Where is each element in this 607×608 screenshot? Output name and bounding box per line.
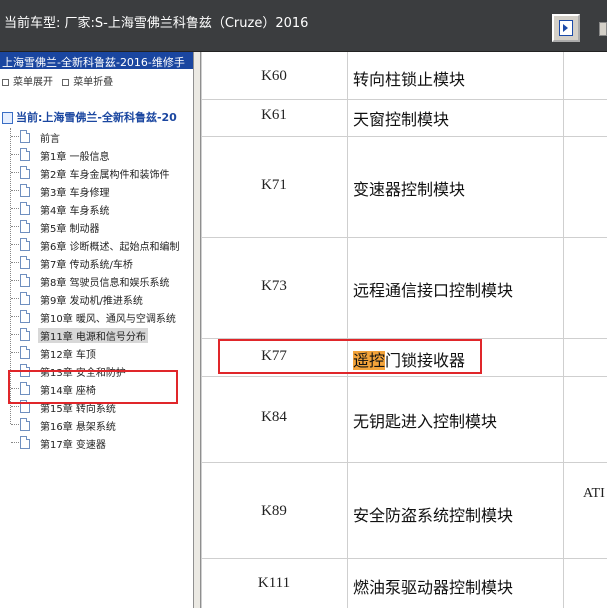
current-manual[interactable]: 当前:上海雪佛兰-全新科鲁兹-20 [2, 109, 177, 125]
current-manual-label: 当前:上海雪佛兰-全新科鲁兹-20 [16, 111, 177, 124]
document-icon [20, 310, 30, 323]
module-name: 转向柱锁止模块 [353, 70, 466, 89]
tree-item-ch2[interactable]: 第2章 车身金属构件和装饰件 [0, 164, 193, 182]
module-name: 变速器控制模块 [353, 180, 466, 199]
tree-item-ch12[interactable]: 第12章 车顶 [0, 344, 193, 362]
tree-item-ch16[interactable]: 第16章 悬架系统 [0, 416, 193, 434]
module-code: K61 [261, 107, 287, 123]
tree-item-ch5[interactable]: 第5章 制动器 [0, 218, 193, 236]
sidebar-header: 上海雪佛兰-全新科鲁兹-2016-维修手 [0, 52, 193, 69]
sidebar: 上海雪佛兰-全新科鲁兹-2016-维修手 菜单展开 菜单折叠 当前:上海雪佛兰-… [0, 52, 193, 608]
tree-item-ch8[interactable]: 第8章 驾驶员信息和娱乐系统 [0, 272, 193, 290]
document-icon [20, 130, 30, 143]
annotation-box-chapter11 [8, 370, 178, 404]
window-edge-control[interactable] [599, 22, 607, 36]
document-icon [20, 166, 30, 179]
tree-item-ch4[interactable]: 第4章 车身系统 [0, 200, 193, 218]
toggle-panel-button[interactable] [552, 14, 580, 42]
book-icon [2, 112, 13, 124]
document-icon [20, 328, 30, 341]
expand-menu-button[interactable]: 菜单展开 [2, 73, 53, 88]
table-row: K60 转向柱锁止模块 [201, 52, 607, 99]
sidebar-actions: 菜单展开 菜单折叠 [0, 69, 193, 89]
tree-item-ch7[interactable]: 第7章 传动系统/车桥 [0, 254, 193, 272]
table-row: K61 天窗控制模块 [201, 99, 607, 136]
tree-item-ch10[interactable]: 第10章 暖风、通风与空调系统 [0, 308, 193, 326]
pane-splitter[interactable] [193, 52, 201, 608]
module-code: K73 [261, 278, 287, 294]
tree-item-ch17[interactable]: 第17章 变速器 [0, 434, 193, 452]
table-row: K73 远程通信接口控制模块 [201, 237, 607, 338]
module-code: K71 [261, 177, 287, 193]
tree-item-preface[interactable]: 前言 [0, 128, 193, 146]
document-icon [20, 256, 30, 269]
document-icon [20, 346, 30, 359]
module-note: ATI [583, 486, 605, 501]
tree-item-ch9[interactable]: 第9章 发动机/推进系统 [0, 290, 193, 308]
table-row: K84 无钥匙进入控制模块 [201, 376, 607, 462]
document-icon [20, 418, 30, 431]
expand-icon [2, 78, 9, 86]
module-name: 无钥匙进入控制模块 [353, 412, 498, 431]
module-table: K60 转向柱锁止模块 K61 天窗控制模块 K71 变速器控制模块 K73 远… [201, 52, 607, 608]
document-icon [20, 148, 30, 161]
module-name: 远程通信接口控制模块 [353, 281, 514, 300]
table-row: K89 安全防盗系统控制模块 ATI [201, 462, 607, 558]
vehicle-title: 当前车型: 厂家:S-上海雪佛兰科鲁兹（Cruze）2016 [4, 16, 309, 31]
module-name: 燃油泵驱动器控制模块 [353, 578, 514, 597]
module-code: K89 [261, 503, 287, 519]
document-icon [20, 292, 30, 305]
document-icon [20, 274, 30, 287]
module-name: 天窗控制模块 [353, 110, 450, 129]
document-icon [20, 238, 30, 251]
collapse-menu-button[interactable]: 菜单折叠 [62, 73, 113, 88]
annotation-box-k77 [218, 339, 482, 374]
document-icon [20, 184, 30, 197]
tree-item-ch3[interactable]: 第3章 车身修理 [0, 182, 193, 200]
top-bar: 当前车型: 厂家:S-上海雪佛兰科鲁兹（Cruze）2016 [0, 0, 607, 52]
tree-item-ch11[interactable]: 第11章 电源和信号分布 [0, 326, 193, 344]
module-code: K60 [261, 68, 287, 84]
table-row: K111 燃油泵驱动器控制模块 [201, 558, 607, 608]
tree-item-ch6[interactable]: 第6章 诊断概述、起始点和编制 [0, 236, 193, 254]
toggle-panel-icon [559, 20, 573, 36]
module-code: K111 [257, 575, 291, 591]
collapse-icon [62, 78, 70, 86]
tree-item-ch1[interactable]: 第1章 一般信息 [0, 146, 193, 164]
module-name: 安全防盗系统控制模块 [353, 506, 514, 525]
table-row: K71 变速器控制模块 [201, 136, 607, 237]
module-code: K84 [261, 409, 287, 425]
document-icon [20, 202, 30, 215]
document-icon [20, 436, 30, 449]
document-icon [20, 220, 30, 233]
